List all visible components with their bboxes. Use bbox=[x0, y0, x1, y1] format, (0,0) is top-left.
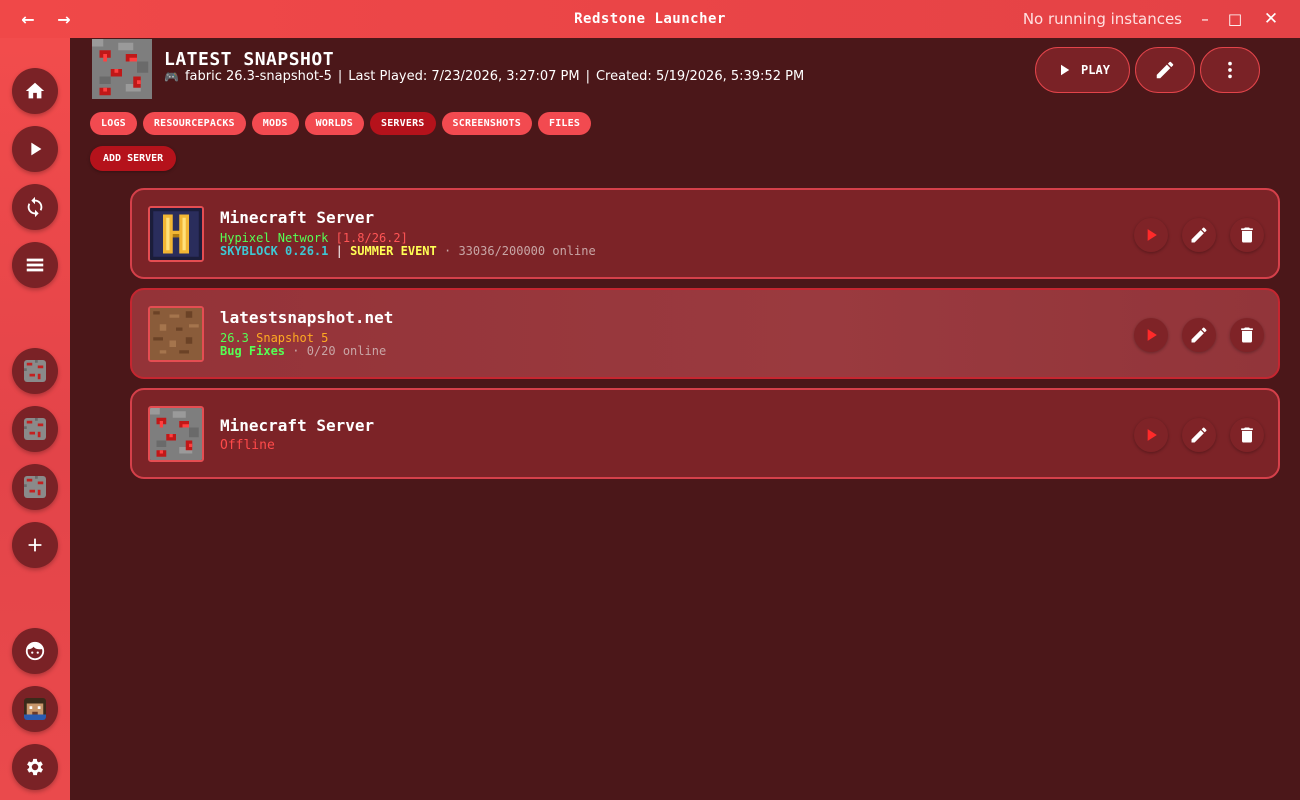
motd-text: | bbox=[328, 244, 351, 258]
sidebar-instance-2[interactable] bbox=[12, 406, 58, 452]
join-server-button[interactable] bbox=[1134, 318, 1168, 352]
pencil-icon bbox=[1156, 61, 1174, 79]
play-icon bbox=[31, 142, 42, 156]
play-icon bbox=[1147, 229, 1157, 241]
sidebar-instances-button[interactable] bbox=[12, 242, 58, 288]
tab-worlds[interactable]: WORLDS bbox=[304, 112, 364, 135]
redstone-ore-icon bbox=[24, 360, 46, 382]
server-card[interactable]: Minecraft Server Offline bbox=[130, 388, 1280, 479]
list-icon bbox=[26, 258, 44, 272]
avatar bbox=[24, 698, 46, 720]
motd-text: Bug Fixes bbox=[220, 344, 286, 358]
pencil-icon bbox=[1191, 227, 1207, 243]
face-icon bbox=[25, 641, 45, 661]
loader-version: fabric 26.3-snapshot-5 bbox=[184, 69, 332, 84]
motd-text: 26.3 bbox=[220, 331, 257, 345]
server-card[interactable]: latestsnapshot.net 26.3 Snapshot 5 Bug F… bbox=[130, 288, 1280, 379]
redstone-ore-icon bbox=[24, 476, 46, 498]
server-card[interactable]: Minecraft Server Hypixel Network [1.8/26… bbox=[130, 188, 1280, 279]
sidebar-settings-button[interactable] bbox=[12, 744, 58, 790]
server-motd-line-1: Hypixel Network [1.8/26.2] bbox=[220, 231, 408, 245]
motd-text: SKYBLOCK 0.26.1 bbox=[220, 244, 329, 258]
meta-separator: | bbox=[337, 69, 343, 84]
edit-instance-button[interactable] bbox=[1135, 47, 1195, 93]
pencil-icon bbox=[1191, 327, 1207, 343]
last-played: Last Played: 7/23/2026, 3:27:07 PM bbox=[348, 69, 580, 84]
server-status-offline: Offline bbox=[220, 438, 275, 453]
motd-text: SUMMER EVENT bbox=[350, 244, 437, 258]
motd-text: [1.8/26.2] bbox=[335, 231, 408, 245]
launcher-window: ← → Redstone Launcher No running instanc… bbox=[0, 0, 1300, 800]
redstone-ore-icon bbox=[24, 418, 46, 440]
close-icon[interactable]: ✕ bbox=[1256, 0, 1286, 38]
sidebar-sync-button[interactable] bbox=[12, 184, 58, 230]
pencil-icon bbox=[1191, 427, 1207, 443]
sidebar-add-instance-button[interactable] bbox=[12, 522, 58, 568]
server-motd-line-2: SKYBLOCK 0.26.1 | SUMMER EVENT · 33036/2… bbox=[220, 244, 596, 258]
server-name: Minecraft Server bbox=[220, 208, 375, 227]
gear-icon bbox=[27, 758, 43, 776]
sidebar-instance-3[interactable] bbox=[12, 464, 58, 510]
title-bar: ← → Redstone Launcher No running instanc… bbox=[0, 0, 1300, 38]
tab-servers[interactable]: SERVERS bbox=[369, 112, 436, 135]
instance-title: LATEST SNAPSHOT bbox=[164, 49, 335, 70]
add-server-button[interactable]: ADD SERVER bbox=[90, 146, 177, 171]
server-motd-line-2: Bug Fixes · 0/20 online bbox=[220, 344, 386, 358]
trash-icon bbox=[1241, 427, 1253, 443]
play-button[interactable]: PLAY bbox=[1035, 47, 1130, 93]
join-server-button[interactable] bbox=[1134, 418, 1168, 452]
join-server-button[interactable] bbox=[1134, 218, 1168, 252]
server-name: Minecraft Server bbox=[220, 416, 375, 435]
player-count: · 0/20 online bbox=[285, 344, 387, 358]
hypixel-logo-icon bbox=[148, 206, 204, 262]
tab-screenshots[interactable]: SCREENSHOTS bbox=[441, 112, 532, 135]
server-motd-line-1: 26.3 Snapshot 5 bbox=[220, 331, 328, 345]
created-date: Created: 5/19/2026, 5:39:52 PM bbox=[595, 69, 805, 84]
sidebar-account-avatar[interactable] bbox=[12, 686, 58, 732]
edit-server-button[interactable] bbox=[1182, 418, 1216, 452]
instance-metadata: 🎮 fabric 26.3-snapshot-5 | Last Played: … bbox=[164, 69, 804, 84]
server-name: latestsnapshot.net bbox=[220, 308, 394, 327]
more-options-button[interactable] bbox=[1200, 47, 1260, 93]
sidebar bbox=[0, 38, 70, 800]
edit-server-button[interactable] bbox=[1182, 218, 1216, 252]
motd-text: Snapshot 5 bbox=[256, 331, 329, 345]
tab-logs[interactable]: LOGS bbox=[90, 112, 137, 135]
sidebar-skins-button[interactable] bbox=[12, 628, 58, 674]
redstone-ore-icon bbox=[148, 406, 204, 462]
running-instances-status: No running instances bbox=[1022, 10, 1182, 28]
home-icon bbox=[25, 82, 45, 99]
play-button-label: PLAY bbox=[1081, 63, 1110, 77]
meta-separator: | bbox=[585, 69, 590, 84]
delete-server-button[interactable] bbox=[1230, 318, 1264, 352]
play-icon bbox=[1147, 329, 1157, 341]
plus-icon bbox=[28, 538, 42, 552]
edit-server-button[interactable] bbox=[1182, 318, 1216, 352]
player-count: · 33036/200000 online bbox=[436, 244, 596, 258]
dirt-block-icon bbox=[148, 306, 204, 362]
sync-icon bbox=[27, 196, 43, 218]
sidebar-instance-1[interactable] bbox=[12, 348, 58, 394]
trash-icon bbox=[1241, 327, 1253, 343]
delete-server-button[interactable] bbox=[1230, 218, 1264, 252]
tab-resourcepacks[interactable]: RESOURCEPACKS bbox=[142, 112, 246, 135]
delete-server-button[interactable] bbox=[1230, 418, 1264, 452]
more-vertical-icon bbox=[1228, 61, 1232, 79]
maximize-icon[interactable]: □ bbox=[1220, 0, 1250, 38]
play-icon bbox=[1147, 429, 1157, 441]
minimize-icon[interactable]: – bbox=[1190, 0, 1220, 38]
gamepad-icon: 🎮 bbox=[164, 69, 179, 84]
tab-mods[interactable]: MODS bbox=[251, 112, 299, 135]
play-icon bbox=[1061, 64, 1070, 76]
trash-icon bbox=[1241, 227, 1253, 243]
sidebar-play-button[interactable] bbox=[12, 126, 58, 172]
instance-icon bbox=[92, 39, 152, 99]
instance-tabs: LOGS RESOURCEPACKS MODS WORLDS SERVERS S… bbox=[90, 112, 592, 135]
sidebar-home-button[interactable] bbox=[12, 68, 58, 114]
tab-files[interactable]: FILES bbox=[537, 112, 592, 135]
motd-text: Hypixel Network bbox=[220, 231, 336, 245]
